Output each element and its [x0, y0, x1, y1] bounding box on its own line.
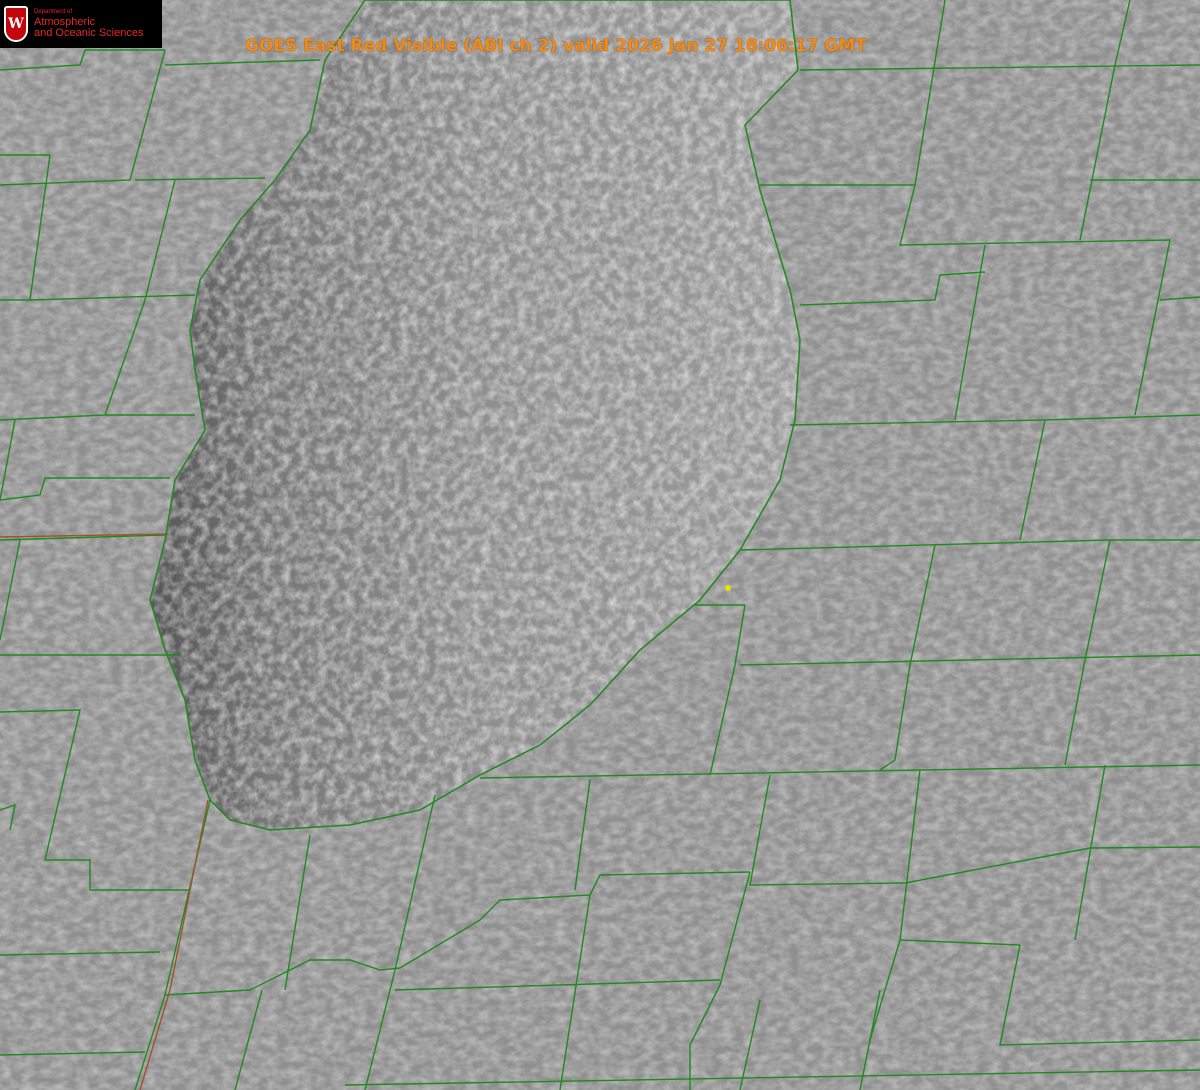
uw-aos-logo: W Department of Atmospheric and Oceanic …: [0, 0, 162, 48]
logo-text: Department of Atmospheric and Oceanic Sc…: [34, 9, 143, 39]
image-title: GOES East Red Visible (ABI ch 2) valid 2…: [245, 36, 867, 56]
satellite-imagery: [0, 0, 1200, 1090]
logo-line-2: and Oceanic Sciences: [34, 27, 144, 39]
logo-department: Department of: [34, 9, 73, 15]
location-marker: [725, 585, 731, 591]
crest-icon: W: [4, 6, 28, 42]
